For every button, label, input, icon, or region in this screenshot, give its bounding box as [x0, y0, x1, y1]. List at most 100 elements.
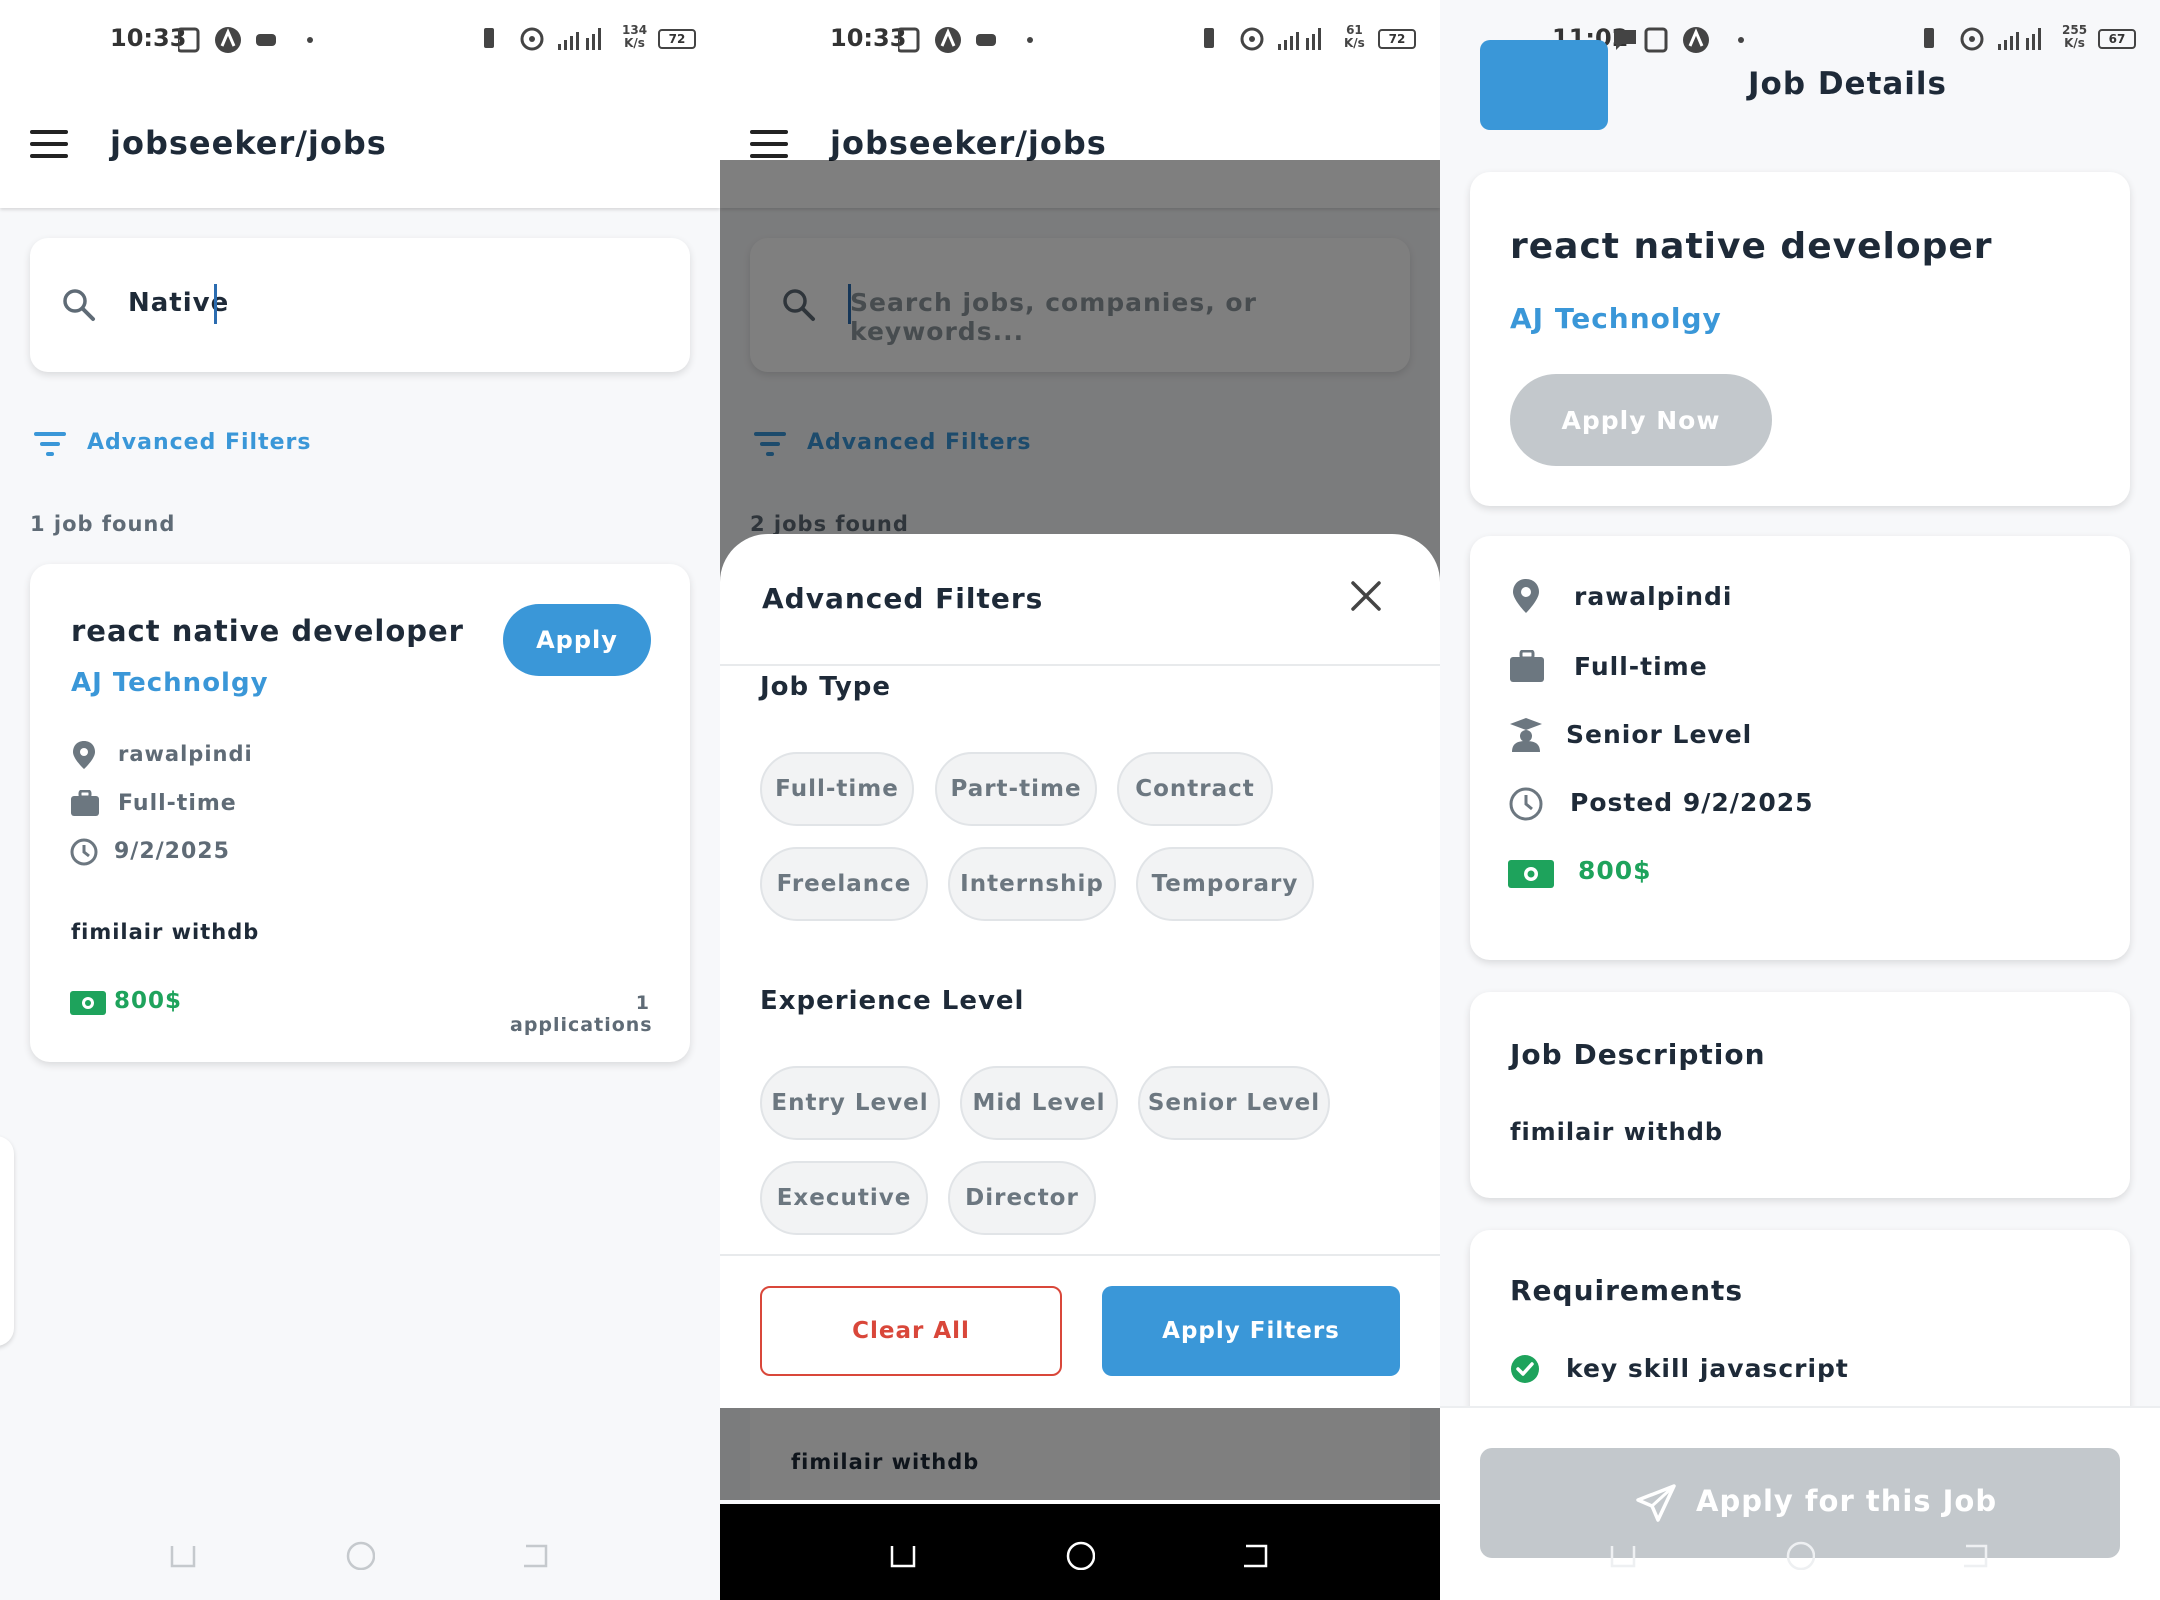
job-type-label: Job Type	[760, 672, 892, 702]
chip-internship[interactable]: Internship	[948, 847, 1116, 921]
job-title[interactable]: react native developer	[71, 614, 464, 648]
status-notification-icons	[178, 27, 276, 53]
status-notification-icons	[898, 27, 996, 53]
chip-part-time[interactable]: Part-time	[935, 752, 1097, 826]
cash-icon	[70, 991, 106, 1015]
requirements-label: Requirements	[1510, 1274, 1744, 1307]
clock-icon	[1509, 787, 1543, 821]
location-pin-icon	[73, 741, 95, 769]
search-icon	[63, 289, 95, 321]
close-icon[interactable]	[1350, 580, 1382, 612]
status-dot	[307, 37, 313, 43]
status-signal-icons	[1924, 27, 2041, 51]
result-count: 1 job found	[30, 512, 176, 536]
advanced-filters-link[interactable]: Advanced Filters	[87, 430, 311, 455]
chip-mid-level[interactable]: Mid Level	[960, 1066, 1118, 1140]
job-date: 9/2/2025	[114, 839, 230, 864]
apply-now-button[interactable]: Apply Now	[1510, 374, 1772, 466]
chip-executive[interactable]: Executive	[760, 1161, 928, 1235]
search-results-screen: 10:33 134 K/s 72 jobseeker/jobs Native Ad…	[0, 0, 720, 1600]
job-description: fimilair withdb	[71, 920, 260, 944]
page-title: jobseeker/jobs	[830, 124, 1107, 162]
description-label: Job Description	[1510, 1038, 1766, 1071]
menu-icon[interactable]	[750, 130, 788, 158]
chip-full-time[interactable]: Full-time	[760, 752, 914, 826]
battery-icon: 67	[2098, 29, 2136, 49]
back-icon[interactable]	[1960, 1540, 1990, 1570]
requirement-item: key skill javascript	[1566, 1354, 1849, 1383]
divider	[720, 1254, 1440, 1256]
back-button[interactable]	[1480, 40, 1608, 130]
system-nav-bar	[1440, 1504, 2160, 1600]
chip-entry-level[interactable]: Entry Level	[760, 1066, 940, 1140]
back-icon[interactable]	[520, 1540, 550, 1570]
status-signal-icons	[484, 27, 601, 51]
backdrop-top	[720, 160, 1440, 532]
page-title: Job Details	[1748, 66, 1948, 102]
status-net-speed: 255 K/s	[2062, 23, 2088, 50]
home-icon[interactable]	[1785, 1540, 1815, 1570]
page-title: jobseeker/jobs	[110, 124, 387, 162]
job-type: Full-time	[118, 791, 237, 816]
job-title: react native developer	[1510, 226, 1993, 267]
chip-freelance[interactable]: Freelance	[760, 847, 928, 921]
status-notification-icons	[1614, 27, 1709, 53]
company-name: AJ Technolgy	[71, 668, 269, 698]
job-info-card: rawalpindi Full-time Senior Level Posted…	[1470, 536, 2130, 960]
cash-icon	[1508, 860, 1554, 888]
chip-senior-level[interactable]: Senior Level	[1138, 1066, 1330, 1140]
status-net-speed: 134 K/s	[622, 23, 648, 50]
recent-apps-icon[interactable]	[1608, 1540, 1638, 1570]
job-type: Full-time	[1574, 652, 1708, 681]
recent-apps-icon[interactable]	[168, 1540, 198, 1570]
experience-level: Senior Level	[1566, 720, 1753, 749]
system-nav-bar	[0, 1504, 720, 1600]
job-header-card: react native developer AJ Technolgy Appl…	[1470, 172, 2130, 506]
system-nav-bar	[720, 1504, 1440, 1600]
advanced-filters-sheet: Advanced Filters Job Type Full-time Part…	[720, 534, 1440, 1408]
edge-card	[0, 1136, 14, 1346]
status-dot	[1738, 37, 1744, 43]
filter-icon[interactable]	[34, 432, 66, 456]
status-dot	[1027, 37, 1033, 43]
menu-icon[interactable]	[30, 130, 68, 158]
location-pin-icon	[1513, 579, 1539, 613]
job-card[interactable]: react native developer AJ Technolgy Appl…	[30, 564, 690, 1062]
clear-all-button[interactable]: Clear All	[760, 1286, 1062, 1376]
divider	[720, 664, 1440, 666]
apply-filters-button[interactable]: Apply Filters	[1102, 1286, 1400, 1376]
chip-temporary[interactable]: Temporary	[1136, 847, 1314, 921]
job-location: rawalpindi	[1574, 582, 1733, 611]
status-time: 10:33	[110, 24, 187, 52]
home-icon[interactable]	[345, 1540, 375, 1570]
check-circle-icon	[1511, 1355, 1539, 1383]
chip-director[interactable]: Director	[948, 1161, 1096, 1235]
status-time: 10:33	[830, 24, 907, 52]
recent-apps-icon[interactable]	[888, 1540, 918, 1570]
job-description-card: Job Description fimilair withdb	[1470, 992, 2130, 1198]
job-details-screen: 11:02 255 K/s 67 Job Details react native…	[1440, 0, 2160, 1600]
briefcase-icon	[1510, 650, 1544, 682]
battery-icon: 72	[1378, 29, 1416, 49]
job-location: rawalpindi	[118, 742, 253, 766]
status-signal-icons	[1204, 27, 1321, 51]
home-icon[interactable]	[1065, 1540, 1095, 1570]
job-salary: 800$	[114, 988, 183, 1014]
experience-level-label: Experience Level	[760, 986, 1025, 1016]
status-net-speed: 61 K/s	[1344, 23, 1365, 50]
apply-button[interactable]: Apply	[503, 604, 651, 676]
text-cursor	[214, 284, 217, 324]
search-box[interactable]: Native	[30, 238, 690, 372]
clock-icon	[70, 838, 98, 866]
chip-contract[interactable]: Contract	[1117, 752, 1273, 826]
posted-date: Posted 9/2/2025	[1570, 788, 1814, 817]
battery-icon: 72	[658, 29, 696, 49]
applications-count: 1 applications	[510, 992, 653, 1036]
briefcase-icon	[71, 790, 99, 816]
sheet-title: Advanced Filters	[762, 582, 1044, 615]
job-description: fimilair withdb	[1510, 1118, 1724, 1146]
back-icon[interactable]	[1240, 1540, 1270, 1570]
graduate-icon	[1510, 718, 1542, 752]
job-salary: 800$	[1578, 856, 1652, 885]
company-name: AJ Technolgy	[1510, 302, 1722, 335]
